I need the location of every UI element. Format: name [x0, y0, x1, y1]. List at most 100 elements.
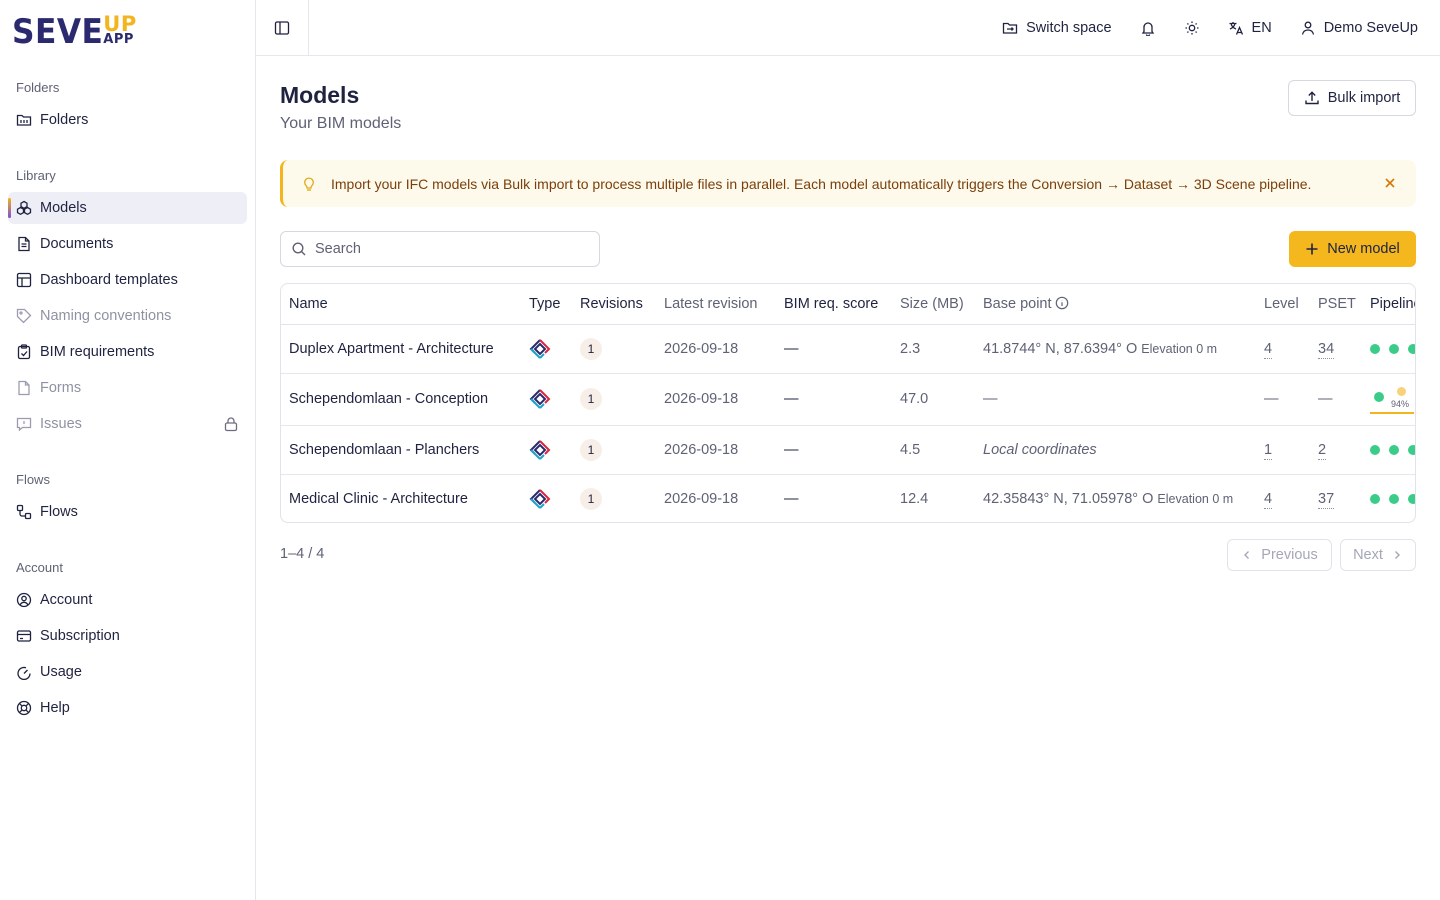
revision-count-badge[interactable]: 1	[580, 388, 602, 410]
sidebar-item-label: Forms	[40, 380, 82, 396]
folder-icon	[16, 114, 32, 126]
lifebuoy-icon	[16, 700, 32, 716]
elevation-value: Elevation 0 m	[1157, 491, 1234, 506]
sidebar-item-dashboard-templates[interactable]: Dashboard templates	[8, 264, 247, 296]
table-row[interactable]: Duplex Apartment - Architecture 1 2026-0…	[281, 324, 1415, 374]
table-row[interactable]: Schependomlaan - Conception 1 2026-09-18…	[281, 373, 1415, 426]
sidebar-item-naming-conventions[interactable]: Naming conventions	[8, 300, 247, 332]
nav-section-account: Account Account Subscription Usage Help	[8, 556, 247, 724]
pset-value[interactable]: 37	[1318, 490, 1335, 509]
models-icon	[16, 200, 32, 216]
lightbulb-icon	[304, 176, 314, 191]
translate-icon	[1229, 21, 1243, 35]
previous-page-button[interactable]: Previous	[1227, 539, 1332, 571]
ifc-icon	[529, 389, 551, 409]
user-menu-button[interactable]: Demo SeveUp	[1292, 12, 1426, 44]
level-value[interactable]: 4	[1264, 490, 1273, 509]
sidebar-item-folders[interactable]: Folders	[8, 104, 247, 136]
next-page-button[interactable]: Next	[1340, 539, 1416, 571]
model-name[interactable]: Duplex Apartment - Architecture	[281, 324, 521, 374]
col-name[interactable]: Name	[281, 284, 521, 325]
sidebar-item-forms[interactable]: Forms	[8, 372, 247, 404]
bulk-import-button[interactable]: Bulk import	[1288, 80, 1416, 116]
base-point-cell: —	[975, 373, 1256, 426]
sidebar-item-account[interactable]: Account	[8, 584, 247, 616]
pipeline-status[interactable]	[1370, 493, 1415, 504]
info-icon[interactable]	[1055, 296, 1069, 310]
ifc-icon	[529, 439, 551, 460]
level-value[interactable]: 1	[1264, 441, 1273, 460]
sidebar-toggle-button[interactable]	[256, 0, 309, 55]
pipeline-status[interactable]	[1370, 343, 1415, 354]
base-point-value: Local coordinates	[983, 441, 1097, 458]
notifications-button[interactable]	[1132, 12, 1164, 44]
tag-icon	[16, 308, 32, 324]
model-name[interactable]: Schependomlaan - Conception	[281, 373, 521, 426]
type-cell	[521, 474, 572, 522]
logo[interactable]: SEVE UP APP	[12, 12, 137, 52]
logo-up: UP	[103, 12, 137, 36]
col-type: Type	[521, 284, 572, 325]
type-cell	[521, 425, 572, 475]
pipeline-cell	[1362, 425, 1415, 475]
pset-value[interactable]: 2	[1318, 441, 1327, 460]
sidebar-item-bim-requirements[interactable]: BIM requirements	[8, 336, 247, 368]
model-name[interactable]: Medical Clinic - Architecture	[281, 474, 521, 522]
sidebar-item-label: Usage	[40, 664, 82, 680]
level-value[interactable]: 4	[1264, 340, 1273, 359]
flows-icon	[16, 504, 32, 520]
folder-switch-icon	[1002, 22, 1018, 34]
table-row[interactable]: Medical Clinic - Architecture 1 2026-09-…	[281, 474, 1415, 522]
close-icon[interactable]	[1382, 175, 1398, 191]
sidebar-item-flows[interactable]: Flows	[8, 496, 247, 528]
sidebar-item-models[interactable]: Models	[8, 192, 247, 224]
logo-main: SEVE	[12, 12, 104, 52]
level-cell: 1	[1256, 425, 1310, 475]
col-base-point: Base point	[975, 284, 1256, 325]
search-input[interactable]	[315, 241, 585, 257]
size-cell: 47.0	[892, 373, 975, 426]
model-name[interactable]: Schependomlaan - Planchers	[281, 425, 521, 475]
type-cell	[521, 324, 572, 374]
table-header-row: Name Type Revisions Latest revision BIM …	[281, 284, 1415, 325]
bim-score-cell: —	[776, 324, 892, 374]
sidebar-item-label: Account	[40, 592, 93, 608]
sidebar-item-usage[interactable]: Usage	[8, 656, 247, 688]
form-icon	[18, 380, 30, 396]
bulk-import-label: Bulk import	[1327, 90, 1401, 106]
alert-text: Import your IFC models via Bulk import t…	[331, 175, 1312, 192]
table-row[interactable]: Schependomlaan - Planchers 1 2026-09-18 …	[281, 425, 1415, 475]
pset-cell: 37	[1310, 474, 1362, 522]
language-button[interactable]: EN	[1220, 12, 1280, 44]
revision-count-badge[interactable]: 1	[580, 487, 602, 510]
sidebar-item-label: Help	[40, 700, 70, 716]
pset-value[interactable]: 34	[1318, 340, 1335, 359]
nav-section-flows: Flows Flows	[8, 468, 247, 528]
pipeline-status[interactable]	[1370, 444, 1415, 455]
sidebar-item-help[interactable]: Help	[8, 692, 247, 724]
search-icon	[292, 242, 306, 256]
revision-count-badge[interactable]: 1	[580, 438, 602, 461]
sidebar: SEVE UP APP Folders Folders Library Mode…	[0, 0, 256, 900]
col-size[interactable]: Size (MB)	[892, 284, 975, 325]
sidebar-item-label: Documents	[40, 236, 114, 252]
sidebar-item-documents[interactable]: Documents	[8, 228, 247, 260]
sidebar-item-issues[interactable]: Issues	[8, 408, 247, 440]
revisions-cell: 1	[572, 425, 656, 475]
sun-icon	[1185, 21, 1199, 34]
theme-toggle-button[interactable]	[1176, 12, 1208, 44]
base-point-cell: 42.35843° N, 71.05978° O Elevation 0 m	[975, 474, 1256, 522]
base-point-cell: Local coordinates	[975, 425, 1256, 475]
sidebar-item-label: Folders	[40, 112, 89, 128]
pipeline-step-done	[1389, 444, 1399, 455]
level-cell: 4	[1256, 474, 1310, 522]
pipeline-progress[interactable]: 94%	[1370, 382, 1414, 416]
pipeline-step-done	[1408, 343, 1415, 354]
sidebar-item-subscription[interactable]: Subscription	[8, 620, 247, 652]
switch-space-button[interactable]: Switch space	[994, 12, 1119, 44]
col-revisions: Revisions	[572, 284, 656, 325]
col-latest-revision[interactable]: Latest revision	[656, 284, 776, 325]
pipeline-cell	[1362, 474, 1415, 522]
revision-count-badge[interactable]: 1	[580, 337, 602, 360]
new-model-button[interactable]: New model	[1289, 231, 1416, 267]
